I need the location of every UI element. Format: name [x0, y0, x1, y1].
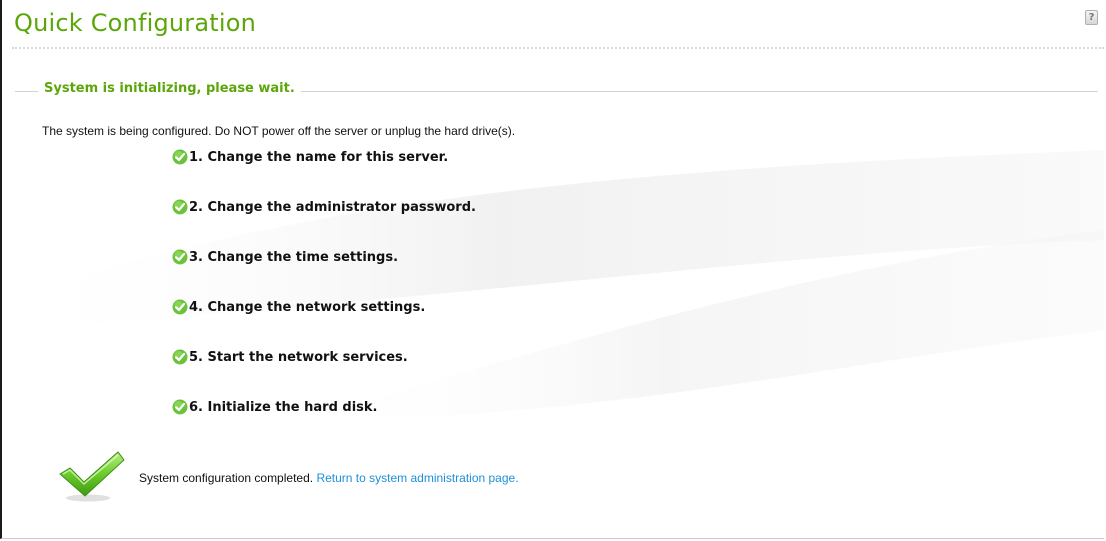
step-label: 1. Change the name for this server.	[189, 149, 449, 165]
title-divider	[12, 47, 1104, 49]
section-legend: System is initializing, please wait.	[38, 81, 301, 96]
step-item: 3. Change the time settings.	[172, 246, 476, 268]
step-item: 2. Change the administrator password.	[172, 196, 476, 218]
completion-text: System configuration completed.	[139, 471, 314, 485]
check-circle-icon	[172, 349, 188, 365]
check-circle-icon	[172, 399, 188, 415]
step-item: 4. Change the network settings.	[172, 296, 476, 318]
large-checkmark-icon	[59, 451, 125, 502]
step-label: 6. Initialize the hard disk.	[189, 399, 378, 415]
step-item: 1. Change the name for this server.	[172, 146, 476, 168]
return-admin-link[interactable]: Return to system administration page.	[316, 471, 518, 485]
config-steps-list: 1. Change the name for this server. 2. C…	[172, 146, 476, 446]
step-item: 5. Start the network services.	[172, 346, 476, 368]
step-label: 2. Change the administrator password.	[189, 199, 476, 215]
step-label: 4. Change the network settings.	[189, 299, 426, 315]
quick-config-panel: Quick Configuration ? System is initiali…	[0, 0, 1104, 539]
check-circle-icon	[172, 249, 188, 265]
page-title: Quick Configuration	[14, 9, 257, 37]
warning-notice: The system is being configured. Do NOT p…	[42, 124, 516, 138]
completion-message: System configuration completed. Return t…	[139, 471, 519, 485]
step-item: 6. Initialize the hard disk.	[172, 396, 476, 418]
help-icon[interactable]: ?	[1085, 10, 1098, 25]
check-circle-icon	[172, 149, 188, 165]
check-circle-icon	[172, 299, 188, 315]
step-label: 3. Change the time settings.	[189, 249, 399, 265]
step-label: 5. Start the network services.	[189, 349, 408, 365]
check-circle-icon	[172, 199, 188, 215]
